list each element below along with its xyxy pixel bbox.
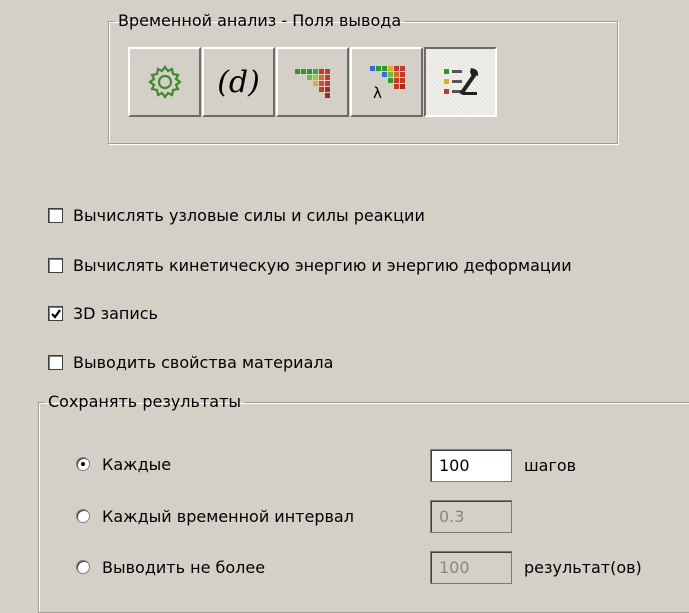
every-steps-radio[interactable]	[76, 457, 90, 471]
every-steps-label: Каждые	[102, 454, 172, 474]
time-interval-option[interactable]: Каждый временной интервал	[76, 504, 354, 528]
kinetic-energy-option[interactable]: Вычислять кинетическую энергию и энергию…	[48, 253, 572, 277]
steps-unit-label: шагов	[524, 456, 577, 475]
eigen-grid-button[interactable]: λ	[350, 47, 423, 117]
nodal-forces-label: Вычислять узловые силы и силы реакции	[73, 205, 425, 225]
material-props-option[interactable]: Выводить свойства материала	[48, 350, 333, 374]
max-results-input[interactable]: 100	[430, 551, 512, 584]
analysis-toolbar: (d) λ	[128, 47, 498, 117]
grid-lambda-icon: λ	[369, 66, 405, 102]
kinetic-energy-checkbox[interactable]	[48, 257, 63, 273]
derivative-button[interactable]: (d)	[202, 47, 275, 117]
time-interval-radio[interactable]	[76, 509, 90, 523]
nodal-forces-checkbox[interactable]	[48, 207, 63, 223]
grid-green-red-icon	[294, 69, 330, 98]
time-interval-label: Каждый временной интервал	[102, 506, 354, 526]
max-results-radio[interactable]	[76, 560, 90, 574]
derivative-label: (d)	[217, 64, 260, 100]
result-grid-button[interactable]	[276, 47, 349, 117]
nodal-forces-option[interactable]: Вычислять узловые силы и силы реакции	[48, 203, 425, 227]
settings-button[interactable]	[128, 47, 201, 117]
max-results-option[interactable]: Выводить не более	[76, 555, 265, 579]
kinetic-energy-label: Вычислять кинетическую энергию и энергию…	[73, 255, 572, 275]
lambda-glyph: λ	[373, 84, 382, 102]
time-interval-input[interactable]: 0.3	[430, 500, 512, 533]
steps-input[interactable]: 100	[430, 449, 512, 482]
gear-icon	[147, 65, 182, 99]
every-steps-option[interactable]: Каждые	[76, 452, 171, 476]
output-fields-group-title: Временной анализ - Поля вывода	[118, 11, 402, 30]
record-3d-checkbox[interactable]	[48, 305, 63, 321]
output-settings-button[interactable]	[424, 47, 497, 117]
record-3d-label: 3D запись	[73, 303, 158, 323]
output-settings-icon	[443, 68, 478, 96]
save-results-title: Сохранять результаты	[48, 392, 242, 411]
material-props-checkbox[interactable]	[48, 354, 63, 370]
max-results-label: Выводить не более	[102, 557, 266, 577]
material-props-label: Выводить свойства материала	[73, 352, 334, 372]
max-results-unit-label: результат(ов)	[524, 558, 642, 577]
record-3d-option[interactable]: 3D запись	[48, 301, 158, 325]
checkmark-icon	[51, 308, 61, 319]
save-results-group: Сохранять результаты	[38, 393, 689, 613]
